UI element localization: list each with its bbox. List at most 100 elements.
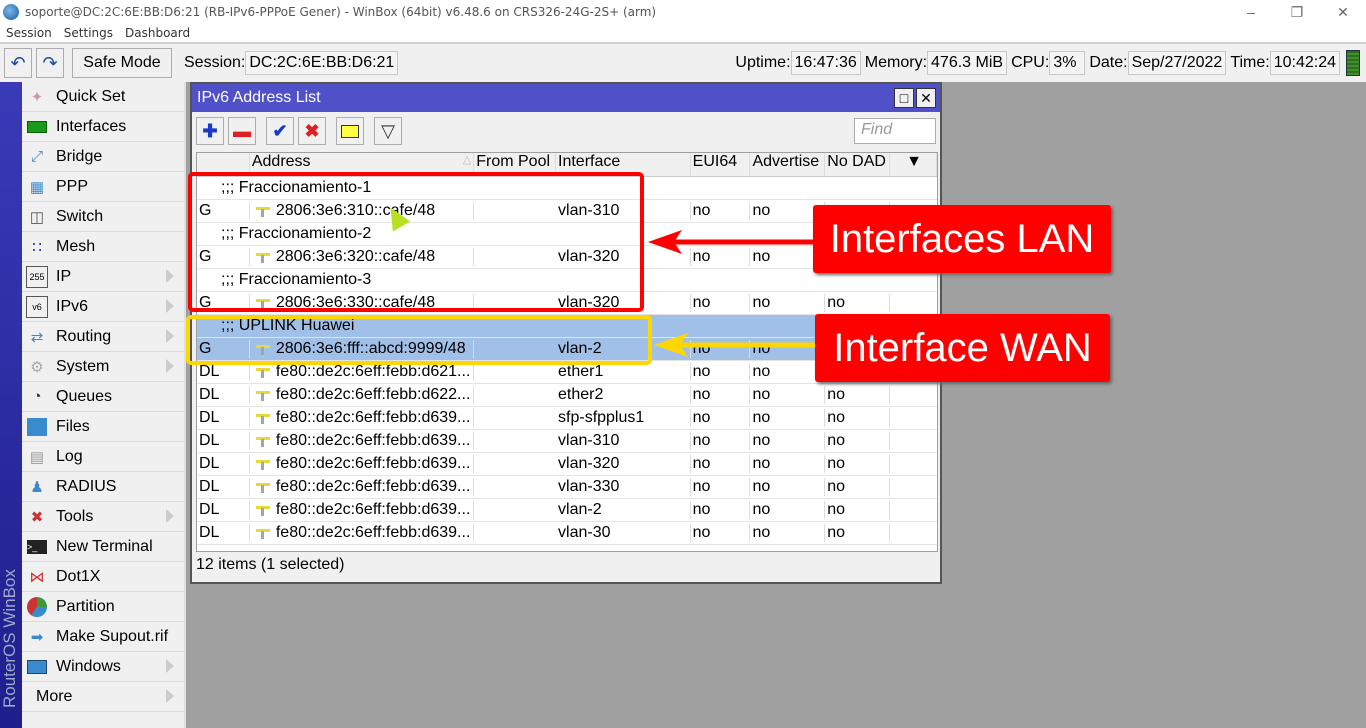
address-pin-icon	[255, 366, 270, 378]
sidebar-item-ppp[interactable]: ▦ PPP	[22, 172, 184, 202]
sidebar-item-windows[interactable]: Windows	[22, 652, 184, 682]
sidebar-item-bridge[interactable]: ⤢ Bridge	[22, 142, 184, 172]
safe-mode-button[interactable]: Safe Mode	[72, 48, 172, 78]
row-address: fe80::de2c:6eff:febb:d639...	[250, 432, 475, 450]
main-toolbar: ↶ ↷ Safe Mode Session: DC:2C:6E:BB:D6:21…	[0, 42, 1366, 82]
row-eui64: no	[691, 478, 751, 496]
row-eui64: no	[691, 202, 751, 220]
row-no-dad: no	[825, 409, 891, 427]
column-header-eui64[interactable]: EUI64	[691, 153, 751, 176]
submenu-arrow-icon	[166, 509, 174, 523]
row-eui64: no	[691, 409, 751, 427]
close-button[interactable]: ✕	[1320, 0, 1366, 24]
column-header-no-dad[interactable]: No DAD	[825, 153, 891, 176]
row-eui64: no	[691, 386, 751, 404]
row-eui64: no	[691, 455, 751, 473]
sidebar-item-system[interactable]: ⚙ System	[22, 352, 184, 382]
row-address: fe80::de2c:6eff:febb:d639...	[250, 501, 475, 519]
sidebar-item-queues[interactable]: ◔ Queues	[22, 382, 184, 412]
annotation-arrows	[648, 230, 818, 357]
remove-button[interactable]: ▬	[228, 117, 256, 145]
lan-callout: Interfaces LAN	[813, 205, 1111, 273]
sidebar-item-dot1x[interactable]: ⋈ Dot1X	[22, 562, 184, 592]
sidebar-item-tools[interactable]: ✖ Tools	[22, 502, 184, 532]
brand-label: RouterOS WinBox	[0, 569, 19, 708]
menu-settings[interactable]: Settings	[58, 26, 119, 40]
sidebar-item-partition[interactable]: Partition	[22, 592, 184, 622]
sidebar-item-routing[interactable]: ⇄ Routing	[22, 322, 184, 352]
row-address: fe80::de2c:6eff:febb:d621...	[250, 363, 475, 381]
table-row[interactable]: DL fe80::de2c:6eff:febb:d639... vlan-310 no…	[197, 430, 937, 453]
undo-icon: ↶	[10, 52, 26, 73]
minimize-button[interactable]: –	[1228, 0, 1274, 24]
row-no-dad: no	[825, 432, 891, 450]
wan-callout: Interface WAN	[815, 314, 1110, 382]
sidebar-item-mesh[interactable]: ∷ Mesh	[22, 232, 184, 262]
sidebar-item-log[interactable]: ▤ Log	[22, 442, 184, 472]
bridge-icon: ⤢	[30, 148, 43, 165]
x-icon: ✖	[304, 120, 320, 141]
sidebar-item-make-supout[interactable]: ➡ Make Supout.rif	[22, 622, 184, 652]
comment-button[interactable]	[336, 117, 364, 145]
winbox-logo-icon	[3, 4, 19, 20]
lan-highlight-box	[188, 172, 644, 312]
table-row[interactable]: DL fe80::de2c:6eff:febb:d639... vlan-320 no…	[197, 453, 937, 476]
table-row[interactable]: DL fe80::de2c:6eff:febb:d639... vlan-330 no…	[197, 476, 937, 499]
maximize-button[interactable]: □	[894, 88, 914, 108]
row-address: fe80::de2c:6eff:febb:d639...	[250, 455, 475, 473]
window-title-bar[interactable]: IPv6 Address List □ ✕	[192, 84, 940, 112]
session-value: DC:2C:6E:BB:D6:21	[245, 51, 399, 75]
uptime-label: Uptime:	[735, 54, 791, 71]
ip-icon: 255	[26, 265, 48, 288]
terminal-icon: >_	[26, 536, 48, 558]
row-no-dad: no	[825, 478, 891, 496]
sidebar-item-interfaces[interactable]: Interfaces	[22, 112, 184, 142]
sort-ascending-icon: △	[462, 154, 472, 166]
redo-button[interactable]: ↷	[36, 48, 64, 78]
restore-button[interactable]: ❐	[1274, 0, 1320, 24]
session-label: Session:	[184, 54, 246, 71]
row-interface: vlan-30	[556, 524, 691, 542]
plus-icon: ✚	[202, 120, 218, 141]
sidebar-item-ip[interactable]: 255 IP	[22, 262, 184, 292]
table-row[interactable]: DL fe80::de2c:6eff:febb:d639... sfp-sfpplu…	[197, 407, 937, 430]
row-advertise: no	[750, 432, 826, 450]
disable-button[interactable]: ✖	[298, 117, 326, 145]
row-no-dad: no	[825, 294, 891, 312]
mesh-icon: ∷	[32, 238, 42, 256]
sidebar-item-switch[interactable]: ◫ Switch	[22, 202, 184, 232]
filter-button[interactable]: ▽	[374, 117, 402, 145]
sidebar-item-more[interactable]: More	[22, 682, 184, 712]
supout-icon: ➡	[30, 628, 44, 646]
row-no-dad: no	[825, 524, 891, 542]
sidebar-item-quick-set[interactable]: ✦ Quick Set	[22, 82, 184, 112]
row-interface: vlan-310	[556, 432, 691, 450]
redo-icon: ↷	[42, 52, 58, 73]
row-interface: vlan-2	[556, 501, 691, 519]
sidebar-item-ipv6[interactable]: v6 IPv6	[22, 292, 184, 322]
nic-icon	[26, 116, 48, 138]
row-flags: DL	[197, 524, 250, 542]
date-label: Date:	[1089, 54, 1128, 71]
column-header-advertise[interactable]: Advertise	[750, 153, 826, 176]
submenu-arrow-icon	[166, 689, 174, 703]
add-button[interactable]: ✚	[196, 117, 224, 145]
close-window-button[interactable]: ✕	[916, 88, 936, 108]
column-chooser-button[interactable]: ▼	[890, 153, 937, 176]
table-row[interactable]: DL fe80::de2c:6eff:febb:d639... vlan-30 no n…	[197, 522, 937, 545]
undo-button[interactable]: ↶	[4, 48, 32, 78]
sidebar-item-files[interactable]: Files	[22, 412, 184, 442]
find-input[interactable]: Find	[854, 118, 936, 144]
sidebar-item-new-terminal[interactable]: >_ New Terminal	[22, 532, 184, 562]
sidebar-item-radius[interactable]: ♟ RADIUS	[22, 472, 184, 502]
row-advertise: no	[750, 478, 826, 496]
row-address: fe80::de2c:6eff:febb:d639...	[250, 524, 475, 542]
table-row[interactable]: DL fe80::de2c:6eff:febb:d639... vlan-2 no no…	[197, 499, 937, 522]
row-address: fe80::de2c:6eff:febb:d639...	[250, 478, 475, 496]
address-pin-icon	[255, 458, 270, 470]
enable-button[interactable]: ✔	[266, 117, 294, 145]
submenu-arrow-icon	[166, 269, 174, 283]
menu-dashboard[interactable]: Dashboard	[119, 26, 196, 40]
table-row[interactable]: DL fe80::de2c:6eff:febb:d622... ether2 no no…	[197, 384, 937, 407]
menu-session[interactable]: Session	[0, 26, 58, 40]
